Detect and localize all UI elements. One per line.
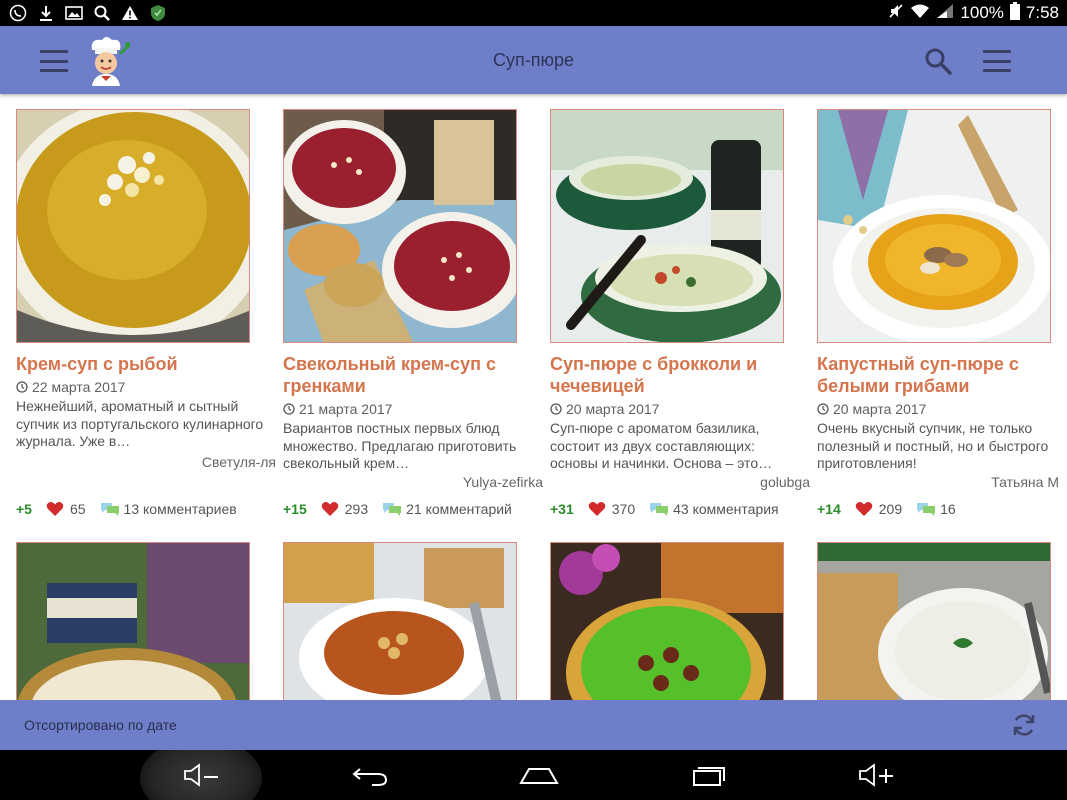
heart-icon[interactable]	[46, 501, 64, 517]
refresh-icon[interactable]	[1010, 711, 1038, 739]
clock: 7:58	[1025, 3, 1059, 22]
recipe-author[interactable]: Татьяна М	[991, 473, 1059, 491]
recipe-title[interactable]: Крем-суп с рыбой	[16, 353, 268, 375]
battery-icon	[1009, 1, 1020, 25]
recipe-rating: +14	[817, 501, 841, 517]
recipe-date-text: 20 марта 2017	[833, 401, 927, 417]
recipe-comments: 21 комментарий	[406, 501, 512, 517]
recipe-rating: +15	[283, 501, 307, 517]
recipe-author[interactable]: Yulya-zefirka	[463, 473, 543, 491]
recipe-photo[interactable]	[283, 542, 517, 712]
heart-icon[interactable]	[588, 501, 606, 517]
recipe-comments: 13 комментариев	[123, 501, 237, 517]
recipe-likes: 65	[69, 501, 86, 517]
recipe-photo[interactable]	[16, 109, 250, 343]
volume-up-icon[interactable]	[837, 750, 917, 800]
page-title: Суп-пюре	[492, 50, 574, 70]
recipe-date-text: 21 марта 2017	[299, 401, 393, 417]
clock-icon	[817, 403, 829, 415]
comments-icon[interactable]	[649, 501, 669, 517]
sort-label: Отсортировано по дате	[24, 717, 177, 733]
recipe-stats: +14 209 16	[817, 499, 956, 519]
clock-icon	[283, 403, 295, 415]
recipe-photo[interactable]	[550, 542, 784, 712]
recipe-author[interactable]: golubga	[760, 473, 810, 491]
recipe-description: Суп-пюре с ароматом базилика, состоит из…	[550, 420, 773, 471]
home-icon[interactable]	[499, 750, 579, 800]
recipe-likes: 293	[344, 501, 369, 517]
recipe-date-text: 20 марта 2017	[566, 401, 660, 417]
search-icon	[92, 3, 112, 23]
recipe-description: Нежнейший, ароматный и сытный супчик из …	[16, 398, 264, 449]
search-icon[interactable]	[923, 46, 953, 76]
recipe-title[interactable]: Свекольный крем-суп с гренками	[283, 353, 535, 397]
recipe-title[interactable]: Капустный суп-пюре с белыми грибами	[817, 353, 1067, 397]
recipe-description: Вариантов постных первых блюд множество.…	[283, 420, 517, 471]
recipe-title[interactable]: Суп-пюре с брокколи и чечевицей	[550, 353, 802, 397]
recipe-date: 22 марта 2017	[16, 378, 125, 396]
recipe-date: 20 марта 2017	[817, 400, 926, 418]
recipe-comments: 43 комментария	[673, 501, 779, 517]
system-nav-bar	[0, 750, 1067, 800]
recipe-date-text: 22 марта 2017	[32, 379, 126, 395]
sort-bar: Отсортировано по дате	[0, 700, 1067, 750]
battery-text: 100%	[960, 3, 1004, 22]
heart-icon[interactable]	[321, 501, 339, 517]
recipe-likes: 209	[878, 501, 903, 517]
recent-apps-icon[interactable]	[669, 750, 749, 800]
signal-icon	[936, 3, 954, 24]
recipe-date: 20 марта 2017	[550, 400, 659, 418]
download-icon	[36, 3, 56, 23]
recipe-rating: +31	[550, 501, 574, 517]
recipe-photo[interactable]	[283, 109, 517, 343]
comments-icon[interactable]	[100, 501, 120, 517]
recipe-description: Очень вкусный супчик, не только полезный…	[817, 420, 1049, 471]
recipe-photo[interactable]	[16, 542, 250, 712]
shield-icon	[148, 3, 168, 23]
recipe-photo[interactable]	[550, 109, 784, 343]
recipe-stats: +15 293 21 комментарий	[283, 499, 512, 519]
clock-icon	[16, 381, 28, 393]
comments-icon[interactable]	[382, 501, 402, 517]
app-bar: Суп-пюре	[0, 26, 1067, 94]
warning-icon	[120, 3, 140, 23]
recipe-author[interactable]: Светуля-ля	[202, 453, 276, 471]
comments-icon[interactable]	[916, 501, 936, 517]
recipe-comments: 16	[940, 501, 956, 517]
recipe-stats: +31 370 43 комментария	[550, 499, 779, 519]
back-icon[interactable]	[330, 750, 410, 800]
viber-icon	[8, 3, 28, 23]
overflow-menu-icon[interactable]	[983, 50, 1011, 72]
recipe-photo[interactable]	[817, 109, 1051, 343]
heart-icon[interactable]	[855, 501, 873, 517]
status-bar: 100% 7:58	[0, 0, 1067, 26]
image-icon	[64, 3, 84, 23]
wifi-icon	[910, 3, 930, 24]
recipe-likes: 370	[611, 501, 636, 517]
recipe-stats: +5 65 13 комментариев	[16, 499, 237, 519]
recipe-rating: +5	[16, 501, 32, 517]
clock-icon	[550, 403, 562, 415]
recipe-date: 21 марта 2017	[283, 400, 392, 418]
recipe-photo[interactable]	[817, 542, 1051, 712]
mute-icon	[888, 3, 904, 24]
volume-down-icon[interactable]	[162, 750, 242, 800]
